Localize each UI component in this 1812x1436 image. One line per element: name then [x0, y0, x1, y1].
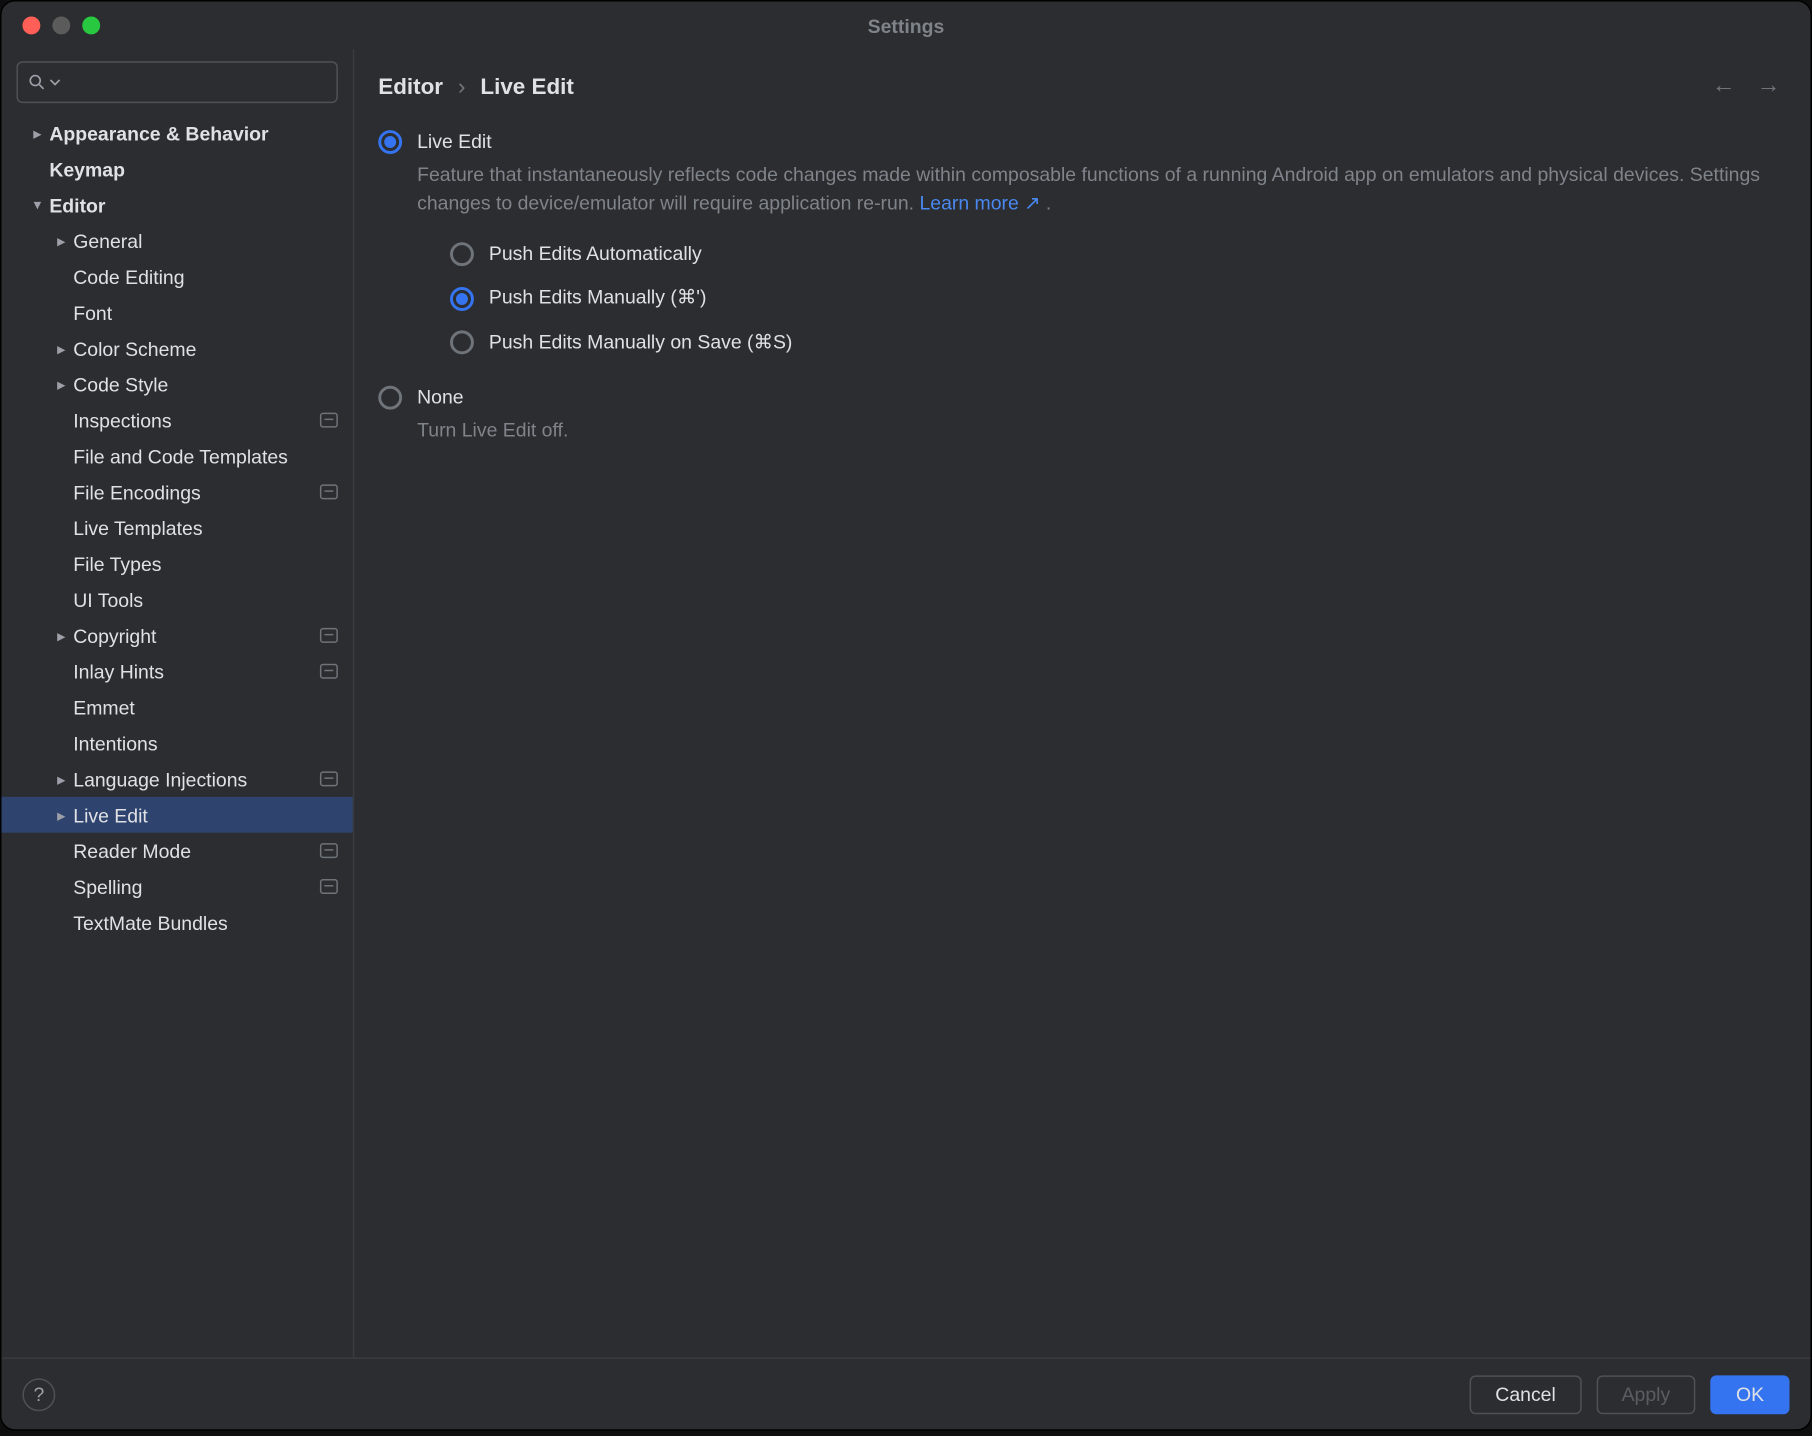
option-live-edit[interactable]: Live Edit Feature that instantaneously r… [378, 127, 1786, 377]
breadcrumb: Editor › Live Edit ← → [354, 49, 1810, 100]
option-live-edit-title: Live Edit [417, 127, 1786, 156]
profile-icon [320, 413, 338, 428]
sidebar-item-intentions[interactable]: Intentions [1, 725, 352, 761]
forward-button[interactable]: → [1757, 73, 1781, 100]
search-input[interactable] [64, 71, 327, 93]
option-live-edit-desc: Feature that instantaneously reflects co… [417, 159, 1786, 217]
ok-button[interactable]: OK [1711, 1375, 1790, 1414]
sidebar-item-color-scheme[interactable]: Color Scheme [1, 330, 352, 366]
sidebar-item-code-editing[interactable]: Code Editing [1, 259, 352, 295]
option-push-manual-save-label: Push Edits Manually on Save (⌘S) [489, 327, 793, 356]
maximize-window-button[interactable] [82, 16, 100, 34]
body: Appearance & Behavior Keymap Editor Gene… [1, 49, 1810, 1357]
sidebar-item-file-templates[interactable]: File and Code Templates [1, 438, 352, 474]
window-title: Settings [868, 14, 945, 36]
radio-push-auto[interactable] [450, 243, 474, 267]
sidebar-item-spelling[interactable]: Spelling [1, 869, 352, 905]
sidebar-item-file-encodings[interactable]: File Encodings [1, 474, 352, 510]
sidebar-item-emmet[interactable]: Emmet [1, 689, 352, 725]
sidebar-item-font[interactable]: Font [1, 295, 352, 331]
back-button[interactable]: ← [1712, 73, 1736, 100]
option-none-title: None [417, 383, 1786, 412]
sidebar-item-live-edit[interactable]: Live Edit [1, 797, 352, 833]
sidebar-item-copyright[interactable]: Copyright [1, 617, 352, 653]
sidebar-item-inlay-hints[interactable]: Inlay Hints [1, 653, 352, 689]
sidebar-item-file-types[interactable]: File Types [1, 546, 352, 582]
help-button[interactable]: ? [22, 1378, 55, 1411]
footer: ? Cancel Apply OK [1, 1357, 1810, 1429]
settings-window: Settings Appearance & Behavior Keymap Ed… [0, 0, 1812, 1431]
minimize-window-button[interactable] [52, 16, 70, 34]
sidebar-item-reader-mode[interactable]: Reader Mode [1, 833, 352, 869]
profile-icon [320, 484, 338, 499]
sidebar-item-editor[interactable]: Editor [1, 187, 352, 223]
profile-icon [320, 771, 338, 786]
sidebar-item-general[interactable]: General [1, 223, 352, 259]
main-panel: Editor › Live Edit ← → Live Edit Feature… [354, 49, 1810, 1357]
radio-live-edit[interactable] [378, 130, 402, 154]
search-icon [27, 72, 47, 93]
window-controls [22, 16, 100, 34]
radio-push-manual-save[interactable] [450, 331, 474, 355]
titlebar: Settings [1, 1, 1810, 49]
close-window-button[interactable] [22, 16, 40, 34]
sidebar-item-live-templates[interactable]: Live Templates [1, 510, 352, 546]
profile-icon [320, 879, 338, 894]
apply-button[interactable]: Apply [1596, 1375, 1695, 1414]
sidebar-item-inspections[interactable]: Inspections [1, 402, 352, 438]
option-push-manual[interactable]: Push Edits Manually (⌘') [450, 283, 1787, 312]
cancel-button[interactable]: Cancel [1470, 1375, 1581, 1414]
option-push-manual-save[interactable]: Push Edits Manually on Save (⌘S) [450, 327, 1787, 356]
sidebar-item-ui-tools[interactable]: UI Tools [1, 582, 352, 618]
sidebar-item-language-injections[interactable]: Language Injections [1, 761, 352, 797]
settings-tree: Appearance & Behavior Keymap Editor Gene… [1, 115, 352, 1357]
chevron-right-icon: › [458, 74, 465, 99]
sidebar-item-textmate[interactable]: TextMate Bundles [1, 904, 352, 940]
profile-icon [320, 664, 338, 679]
profile-icon [320, 628, 338, 643]
learn-more-link[interactable]: Learn more ↗ [919, 191, 1040, 213]
content: Live Edit Feature that instantaneously r… [354, 100, 1810, 450]
sidebar-item-appearance[interactable]: Appearance & Behavior [1, 115, 352, 151]
radio-push-manual[interactable] [450, 287, 474, 311]
chevron-down-icon [50, 76, 61, 88]
option-push-manual-label: Push Edits Manually (⌘') [489, 283, 707, 312]
option-push-auto-label: Push Edits Automatically [489, 238, 702, 267]
search-field[interactable] [16, 61, 337, 103]
option-push-auto[interactable]: Push Edits Automatically [450, 238, 1787, 267]
option-none[interactable]: None Turn Live Edit off. [378, 383, 1786, 444]
radio-none[interactable] [378, 386, 402, 410]
sidebar: Appearance & Behavior Keymap Editor Gene… [1, 49, 354, 1357]
breadcrumb-live-edit: Live Edit [480, 74, 573, 99]
profile-icon [320, 843, 338, 858]
option-none-desc: Turn Live Edit off. [417, 415, 1786, 444]
breadcrumb-editor[interactable]: Editor [378, 74, 443, 99]
sidebar-item-keymap[interactable]: Keymap [1, 151, 352, 187]
sidebar-item-code-style[interactable]: Code Style [1, 366, 352, 402]
